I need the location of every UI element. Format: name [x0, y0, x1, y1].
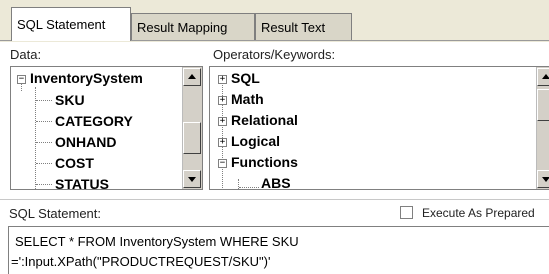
collapse-icon[interactable]: −: [218, 159, 227, 168]
tree-connector: [36, 142, 52, 143]
operators-tree-scrollbar[interactable]: [536, 67, 549, 189]
tree-item-math[interactable]: Math: [231, 91, 264, 107]
scroll-up-button[interactable]: [537, 68, 549, 86]
tree-connector: [35, 87, 36, 189]
tree-connector: [222, 75, 223, 189]
tree-item-abs[interactable]: ABS: [261, 175, 291, 189]
tree-item-relational[interactable]: Relational: [231, 112, 298, 128]
sql-line-1: SELECT * FROM InventorySystem WHERE SKU: [15, 234, 299, 249]
tab-sql-statement-label: SQL Statement: [17, 17, 106, 32]
tree-connector: [36, 163, 52, 164]
execute-as-prepared-checkbox[interactable]: [400, 206, 413, 219]
tree-item-cost[interactable]: COST: [55, 155, 94, 171]
tree-item-onhand[interactable]: ONHAND: [55, 134, 116, 150]
tab-result-text-label: Result Text: [261, 19, 326, 35]
tree-connector: [36, 121, 52, 122]
scroll-up-button[interactable]: [183, 68, 201, 86]
tab-result-mapping[interactable]: Result Mapping: [131, 13, 255, 40]
tree-item-category[interactable]: CATEGORY: [55, 113, 133, 129]
data-tree-scrollbar[interactable]: [182, 67, 202, 189]
operators-label: Operators/Keywords:: [213, 47, 336, 62]
tree-item-status[interactable]: STATUS: [55, 176, 109, 189]
tree-connector: [36, 100, 52, 101]
data-label: Data:: [10, 47, 42, 62]
sql-statement-label: SQL Statement:: [9, 206, 102, 221]
section-divider: [0, 199, 549, 200]
tab-bar: SQL Statement Result Mapping Result Text: [0, 0, 549, 42]
tab-result-mapping-label: Result Mapping: [137, 19, 228, 35]
tree-item-logical[interactable]: Logical: [231, 133, 280, 149]
expand-icon[interactable]: +: [218, 138, 227, 147]
tab-sql-statement[interactable]: SQL Statement: [11, 7, 131, 41]
tree-item-functions[interactable]: Functions: [231, 154, 298, 170]
expand-icon[interactable]: +: [218, 75, 227, 84]
scroll-down-button[interactable]: [537, 170, 549, 188]
tree-connector: [238, 179, 239, 189]
scroll-down-button[interactable]: [183, 170, 201, 188]
sql-editor[interactable]: SELECT * FROM InventorySystem WHERE SKU …: [8, 226, 549, 274]
scroll-thumb[interactable]: [537, 89, 549, 121]
tree-item-inventorysystem[interactable]: InventorySystem: [30, 70, 143, 86]
arrow-down-icon: [188, 177, 196, 182]
tab-result-text[interactable]: Result Text: [255, 13, 352, 40]
expand-icon[interactable]: +: [218, 96, 227, 105]
tree-connector: [36, 184, 52, 185]
sql-line-2: =':Input.XPath("PRODUCTREQUEST/SKU")': [11, 254, 271, 269]
tree-connector: [239, 187, 259, 188]
arrow-up-icon: [188, 74, 196, 79]
tree-item-sql[interactable]: SQL: [231, 70, 260, 86]
operators-tree[interactable]: + SQL + Math + Relational + Logical − Fu…: [209, 66, 549, 190]
execute-as-prepared-label[interactable]: Execute As Prepared: [422, 206, 535, 220]
arrow-down-icon: [542, 177, 549, 182]
tree-item-sku[interactable]: SKU: [55, 92, 85, 108]
arrow-up-icon: [542, 74, 549, 79]
scroll-thumb[interactable]: [183, 122, 201, 154]
data-tree[interactable]: − InventorySystem SKU CATEGORY ONHAND CO…: [10, 66, 203, 190]
collapse-icon[interactable]: −: [17, 75, 26, 84]
expand-icon[interactable]: +: [218, 117, 227, 126]
